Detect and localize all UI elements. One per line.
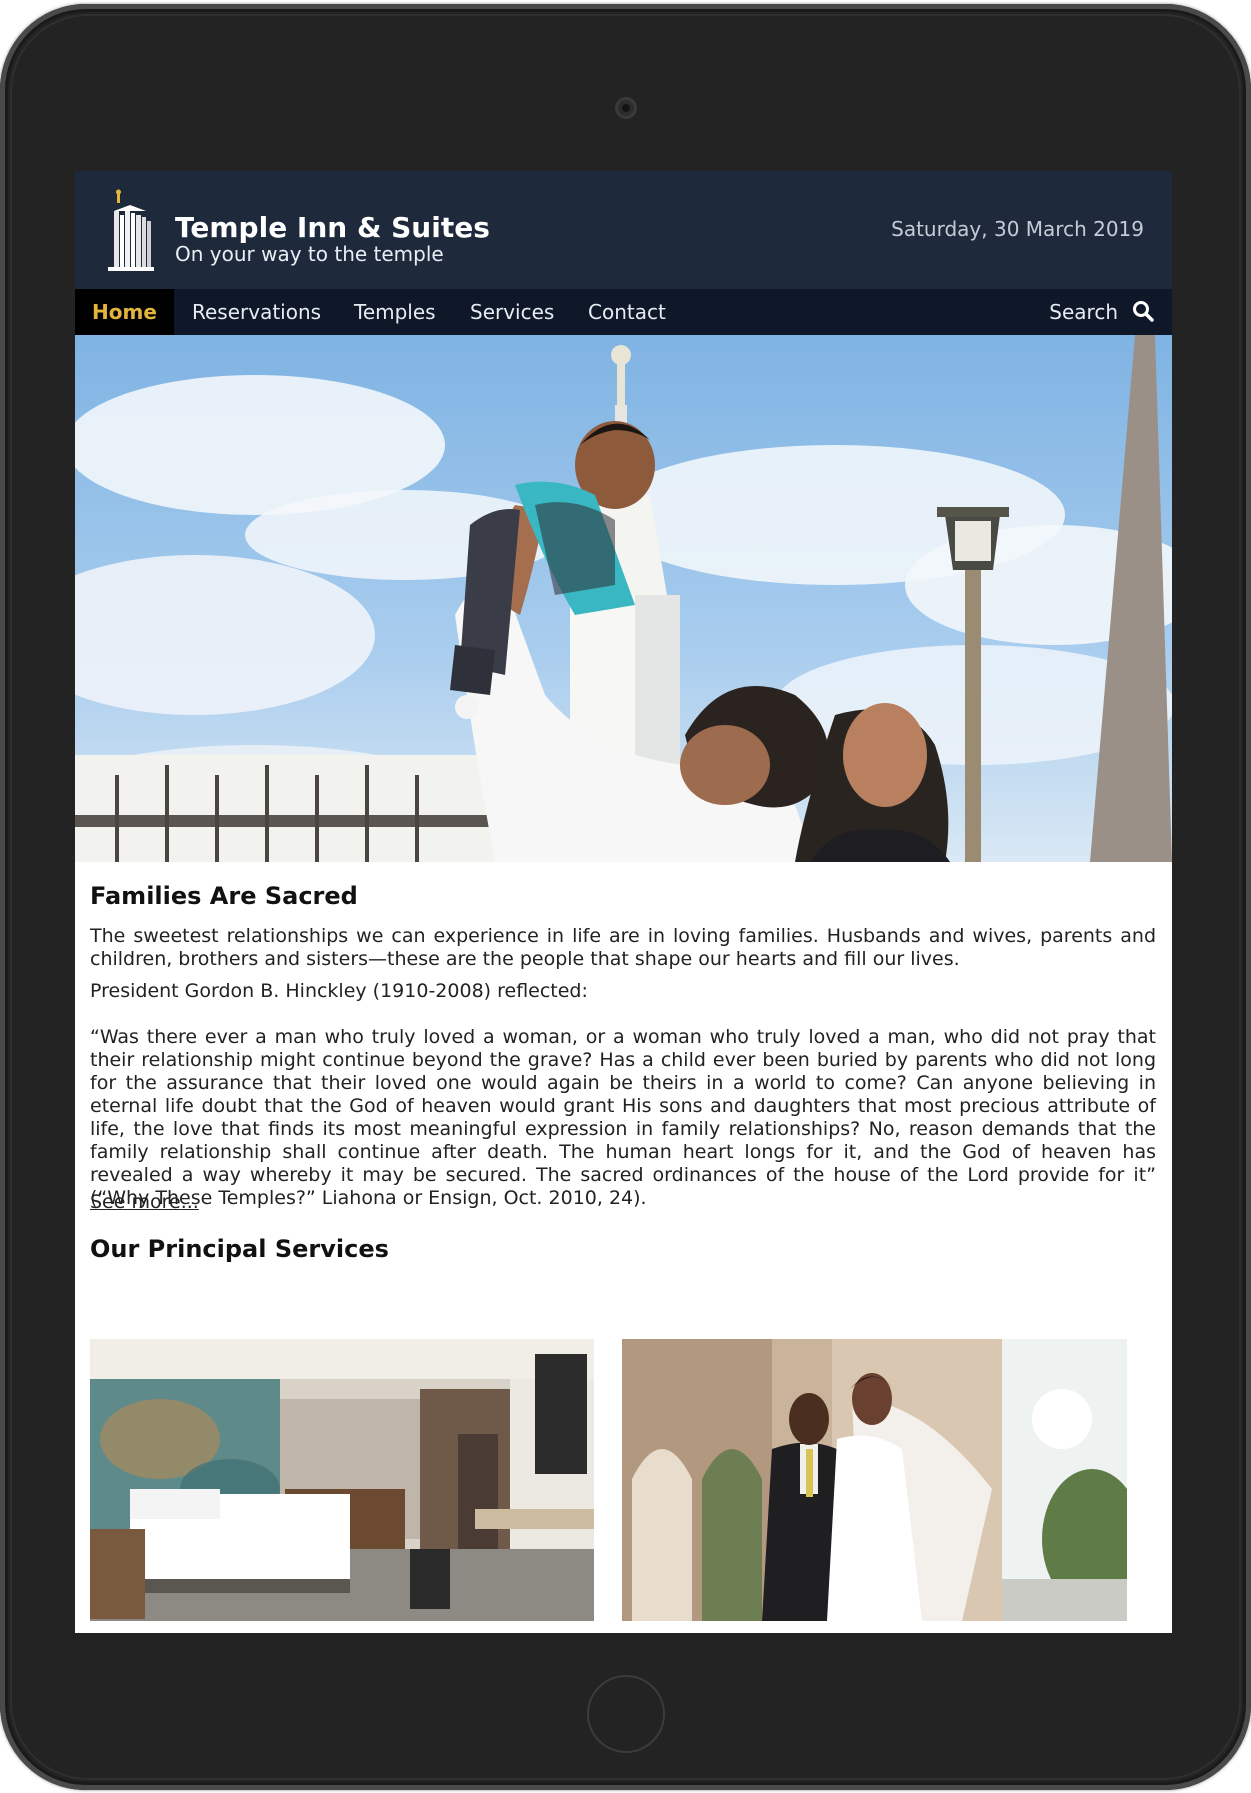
camera — [615, 97, 637, 119]
hero-image — [75, 335, 1172, 862]
nav-home[interactable]: Home — [75, 289, 174, 335]
intro-paragraph: The sweetest relationships we can experi… — [90, 925, 1156, 970]
search-label: Search — [1049, 300, 1118, 324]
nav-contact[interactable]: Contact — [588, 289, 666, 335]
home-button[interactable] — [587, 1675, 665, 1753]
search-button[interactable]: Search — [1049, 289, 1154, 335]
services-heading: Our Principal Services — [90, 1235, 389, 1263]
site-subtitle: On your way to the temple — [175, 242, 444, 266]
see-more-link[interactable]: See more... — [90, 1191, 199, 1213]
quote-paragraph: “Was there ever a man who truly loved a … — [90, 1026, 1156, 1209]
search-icon — [1133, 301, 1154, 322]
tablet-frame: Temple Inn & Suites On your way to the t… — [0, 4, 1251, 1790]
service-image-temple-wedding[interactable] — [622, 1339, 1127, 1621]
current-date: Saturday, 30 March 2019 — [891, 217, 1144, 241]
nav-services[interactable]: Services — [470, 289, 554, 335]
site-header: Temple Inn & Suites On your way to the t… — [75, 171, 1172, 289]
main-nav: Home Reservations Temples Services Conta… — [75, 289, 1172, 335]
nav-temples[interactable]: Temples — [354, 289, 436, 335]
families-heading: Families Are Sacred — [90, 882, 358, 910]
temple-logo-icon[interactable] — [100, 189, 160, 273]
nav-reservations[interactable]: Reservations — [192, 289, 321, 335]
service-image-hotel-room[interactable] — [90, 1339, 594, 1621]
attribution-paragraph: President Gordon B. Hinckley (1910-2008)… — [90, 980, 588, 1002]
site-title[interactable]: Temple Inn & Suites — [175, 211, 490, 244]
browser-screen: Temple Inn & Suites On your way to the t… — [75, 171, 1172, 1633]
